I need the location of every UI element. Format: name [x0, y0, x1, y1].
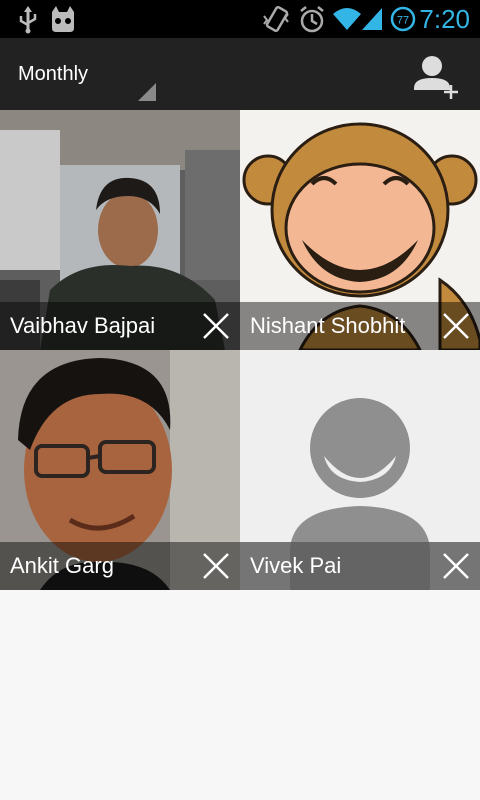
contact-name: Nishant Shobhit — [250, 313, 406, 338]
close-icon[interactable] — [200, 310, 232, 342]
battery-icon: 77 — [390, 6, 416, 32]
wifi-icon — [333, 8, 361, 30]
vibrate-icon — [263, 5, 289, 33]
name-bar: Vivek Pai — [240, 542, 480, 590]
contact-grid: Vaibhav Bajpai Nishant Shobhit Ankit Gar… — [0, 110, 480, 590]
cyanogenmod-icon — [52, 6, 74, 32]
contact-tile[interactable]: Nishant Shobhit — [240, 110, 480, 350]
name-bar: Vaibhav Bajpai — [0, 302, 240, 350]
action-bar: Monthly — [0, 38, 480, 110]
contact-tile[interactable]: Vivek Pai — [240, 350, 480, 590]
usb-icon — [19, 6, 37, 34]
close-icon[interactable] — [440, 310, 472, 342]
svg-text:77: 77 — [397, 15, 409, 27]
period-spinner[interactable]: Monthly — [0, 38, 160, 110]
spinner-arrow-icon — [138, 83, 156, 101]
add-contact-icon[interactable] — [408, 48, 464, 100]
status-bar: 77 7:20 — [0, 0, 480, 38]
contact-name: Ankit Garg — [10, 553, 114, 578]
signal-icon — [362, 8, 382, 30]
alarm-icon — [300, 6, 324, 33]
clock: 7:20 — [419, 4, 470, 34]
period-spinner-label: Monthly — [18, 63, 89, 85]
contact-name: Vaibhav Bajpai — [10, 313, 156, 338]
contact-tile[interactable]: Ankit Garg — [0, 350, 240, 590]
close-icon[interactable] — [200, 550, 232, 582]
contact-name: Vivek Pai — [250, 553, 342, 578]
close-icon[interactable] — [440, 550, 472, 582]
name-bar: Nishant Shobhit — [240, 302, 480, 350]
contact-tile[interactable]: Vaibhav Bajpai — [0, 110, 240, 350]
name-bar: Ankit Garg — [0, 542, 240, 590]
